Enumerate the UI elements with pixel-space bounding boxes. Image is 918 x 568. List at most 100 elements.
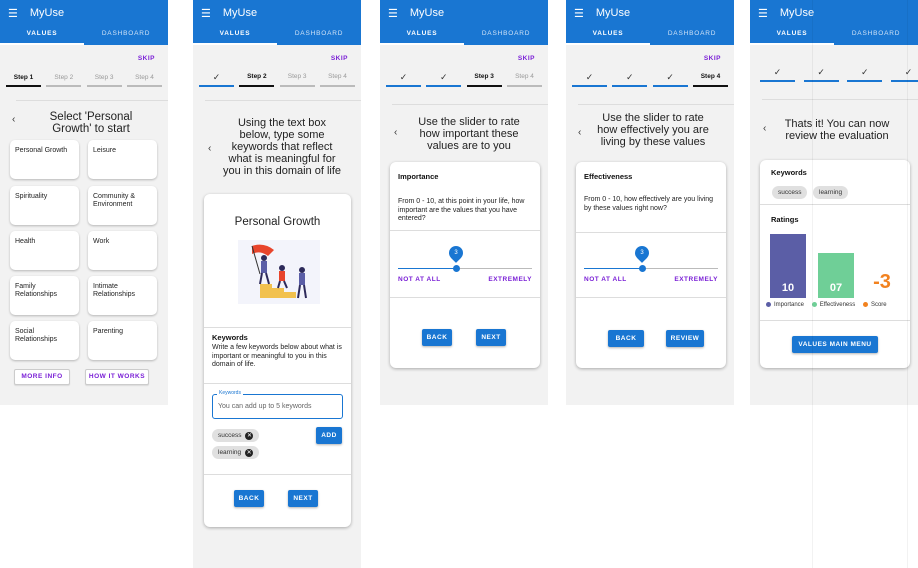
step-1-done[interactable]: ✓ <box>760 68 795 82</box>
page-prompt: Select 'Personal Growth' to start <box>49 111 133 135</box>
keywords-card: Personal Growth Keywords Write a few key… <box>204 194 351 527</box>
category-tile[interactable]: Family Relationships <box>10 276 79 315</box>
back-arrow-icon[interactable]: ‹ <box>208 143 211 154</box>
back-arrow-icon[interactable]: ‹ <box>394 127 397 138</box>
app-bar: ☰ MyUse <box>380 0 548 26</box>
menu-icon[interactable]: ☰ <box>8 7 18 20</box>
effectiveness-slider[interactable]: 3 <box>584 243 718 274</box>
tab-dashboard[interactable]: DASHBOARD <box>277 26 361 45</box>
more-info-button[interactable]: MORE INFO <box>14 369 70 385</box>
keyword-chip[interactable]: learning ✕ <box>212 446 260 459</box>
step-4-done[interactable]: ✓ <box>890 68 918 82</box>
category-tile[interactable]: Personal Growth <box>10 140 79 179</box>
remove-icon[interactable]: ✕ <box>245 448 254 457</box>
how-it-works-button[interactable]: HOW IT WORKS <box>85 369 149 385</box>
category-tile[interactable]: Intimate Relationships <box>88 276 157 315</box>
next-button[interactable]: NEXT <box>288 490 318 507</box>
step-1-done[interactable]: ✓ <box>199 73 234 87</box>
keyword-chip: success <box>772 186 808 199</box>
menu-icon[interactable]: ☰ <box>201 7 211 20</box>
importance-value: 10 <box>781 282 795 294</box>
chip-label: success <box>218 432 242 439</box>
menu-icon[interactable]: ☰ <box>758 7 768 20</box>
keywords-title: Keywords <box>212 333 248 342</box>
tab-values[interactable]: VALUES <box>0 26 84 45</box>
screen-keywords: ☰ MyUse VALUES DASHBOARD SKIP ✓ Step 2 S… <box>193 0 361 568</box>
step-4[interactable]: Step 4 <box>126 74 162 87</box>
step-3-done[interactable]: ✓ <box>847 68 883 82</box>
skip-button[interactable]: SKIP <box>331 55 348 62</box>
tab-dashboard[interactable]: DASHBOARD <box>834 26 918 45</box>
menu-icon[interactable]: ☰ <box>388 7 398 20</box>
divider <box>760 320 910 321</box>
card-title: Importance <box>398 172 439 181</box>
skip-button[interactable]: SKIP <box>704 55 721 62</box>
skip-button[interactable]: SKIP <box>138 55 155 62</box>
review-button[interactable]: REVIEW <box>666 330 704 347</box>
importance-slider[interactable]: 3 <box>398 243 532 274</box>
category-tile[interactable]: Spirituality <box>10 186 79 225</box>
divider <box>204 327 351 328</box>
back-arrow-icon[interactable]: ‹ <box>12 114 15 125</box>
step-4[interactable]: Step 4 <box>692 73 728 87</box>
category-tile[interactable]: Health <box>10 231 79 270</box>
card-description: From 0 - 10, how effectively are you liv… <box>584 196 714 212</box>
back-button[interactable]: BACK <box>608 330 644 347</box>
step-2[interactable]: Step 2 <box>239 73 275 87</box>
step-3[interactable]: Step 3 <box>279 73 315 87</box>
step-3[interactable]: Step 3 <box>466 73 502 87</box>
step-2-done[interactable]: ✓ <box>426 73 462 87</box>
slider-min-label: NOT AT ALL <box>398 276 441 283</box>
back-arrow-icon[interactable]: ‹ <box>763 123 766 134</box>
divider <box>762 99 918 100</box>
step-4[interactable]: Step 4 <box>319 73 355 87</box>
divider <box>392 104 548 105</box>
category-tile[interactable]: Work <box>88 231 157 270</box>
step-2-done[interactable]: ✓ <box>803 68 839 82</box>
next-button[interactable]: NEXT <box>476 329 506 346</box>
divider <box>204 383 351 384</box>
keyword-chip[interactable]: success ✕ <box>212 429 260 442</box>
app-bar: ☰ MyUse <box>0 0 168 26</box>
divider <box>204 474 351 475</box>
step-1-done[interactable]: ✓ <box>386 73 421 87</box>
back-arrow-icon[interactable]: ‹ <box>578 127 581 138</box>
step-1-done[interactable]: ✓ <box>572 73 607 87</box>
divider <box>16 100 168 101</box>
menu-icon[interactable]: ☰ <box>574 7 584 20</box>
review-card: Keywords success learning Ratings 10 07 … <box>760 160 910 368</box>
step-1[interactable]: Step 1 <box>6 74 41 87</box>
values-main-menu-button[interactable]: VALUES MAIN MENU <box>792 336 878 353</box>
category-tile[interactable]: Parenting <box>88 321 157 360</box>
back-button[interactable]: BACK <box>234 490 264 507</box>
step-4[interactable]: Step 4 <box>506 73 542 87</box>
tab-values[interactable]: VALUES <box>193 26 277 45</box>
keyword-chip: learning <box>813 186 849 199</box>
step-2-done[interactable]: ✓ <box>612 73 648 87</box>
category-tile[interactable]: Social Relationships <box>10 321 79 360</box>
app-title: MyUse <box>29 7 65 19</box>
step-3-done[interactable]: ✓ <box>652 73 688 87</box>
step-3[interactable]: Step 3 <box>86 74 122 87</box>
app-bar: ☰ MyUse <box>193 0 361 26</box>
remove-icon[interactable]: ✕ <box>245 431 254 440</box>
tab-dashboard[interactable]: DASHBOARD <box>464 26 548 45</box>
category-tile[interactable]: Leisure <box>88 140 157 179</box>
add-button[interactable]: ADD <box>316 427 342 444</box>
chip-label: learning <box>218 449 242 456</box>
stepper: ✓ ✓ Step 3 Step 4 <box>386 73 542 87</box>
tab-values[interactable]: VALUES <box>750 26 834 45</box>
tab-values[interactable]: VALUES <box>380 26 464 45</box>
domain-title: Personal Growth <box>234 216 321 228</box>
step-2[interactable]: Step 2 <box>46 74 82 87</box>
ratings-title: Ratings <box>771 215 799 224</box>
back-button[interactable]: BACK <box>422 329 452 346</box>
divider <box>205 100 361 101</box>
keywords-field[interactable]: Keywords You can add up to 5 keywords <box>212 390 343 419</box>
tab-dashboard[interactable]: DASHBOARD <box>650 26 734 45</box>
tab-values[interactable]: VALUES <box>566 26 650 45</box>
tab-dashboard[interactable]: DASHBOARD <box>84 26 168 45</box>
skip-button[interactable]: SKIP <box>518 55 535 62</box>
category-tile[interactable]: Community & Environment <box>88 186 157 225</box>
legend-importance: Importance <box>766 302 804 308</box>
